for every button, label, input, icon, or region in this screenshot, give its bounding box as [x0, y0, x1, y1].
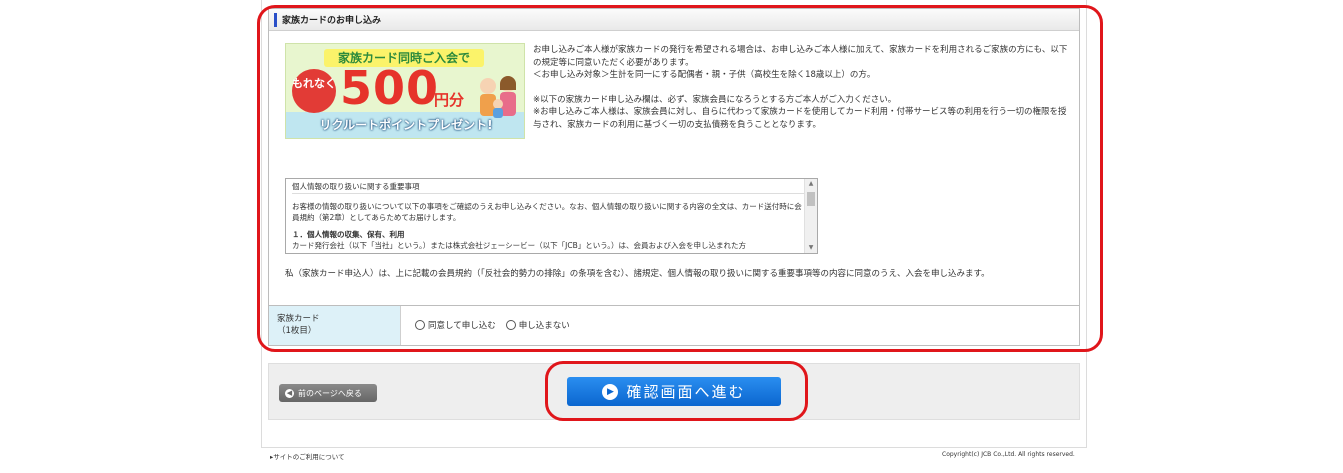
radio-button-icon[interactable] [505, 320, 516, 330]
radio-agree-apply[interactable]: 同意して申し込む [415, 319, 496, 331]
section-header: 家族カードのお申し込み [269, 9, 1079, 31]
promo-banner: 家族カード同時ご入会で もれなく 500 円分 リクルートポイントプレゼント! [285, 43, 525, 139]
terms-item-title: １．個人情報の収集、保有、利用 [292, 230, 405, 239]
radio-button-icon[interactable] [415, 320, 425, 330]
confirm-button-label: 確認画面へ進む [626, 383, 746, 401]
page-left-border [261, 0, 262, 448]
section-title: 家族カードのお申し込み [282, 16, 382, 26]
banner-amount: 500 [340, 61, 440, 115]
footer-link[interactable]: ▸サイトのご利用について [270, 451, 345, 461]
intro-note: ※以下の家族カード申し込み欄は、必ず、家族会員になろうとする方ご本人がご入力くだ… [533, 94, 897, 105]
header-accent-bar [274, 13, 277, 27]
confirm-button[interactable]: ▶ 確認画面へ進む [567, 377, 781, 406]
forward-arrow-icon: ▶ [602, 383, 619, 400]
page-right-border [1086, 0, 1087, 448]
back-button[interactable]: ◀ 前のページへ戻る [279, 384, 377, 402]
terms-item-text: カード発行会社（以下「当社」という。）または株式会社ジェーシービー（以下「JCB… [292, 241, 747, 250]
terms-heading: 個人情報の取り扱いに関する重要事項 [292, 181, 805, 194]
terms-scrollbar[interactable]: ▲ ▼ [804, 179, 817, 253]
agreement-text: 私（家族カード申込人）は、上に記載の会員規約（「反社会的勢力の排除」の条項を含む… [285, 269, 990, 279]
copyright: Copyright(c) JCB Co.,Ltd. All rights res… [942, 451, 1075, 458]
button-area: ◀ 前のページへ戻る ▶ 確認画面へ進む [268, 363, 1080, 420]
scroll-up-arrow-icon[interactable]: ▲ [805, 179, 817, 189]
terms-paragraph: お客様の情報の取り扱いについて以下の事項をご確認のうえお申し込みください。なお、… [292, 202, 802, 222]
footer-divider [262, 447, 1087, 448]
family-card-label-line2: （1枚目） [277, 326, 317, 336]
scroll-down-arrow-icon[interactable]: ▼ [805, 243, 817, 253]
intro-note: ※お申し込みご本人様は、家族会員に対し、自らに代わって家族カードを使用してカード… [533, 107, 1067, 130]
family-card-label-line1: 家族カード [277, 314, 320, 324]
family-illustration [480, 76, 516, 118]
back-button-label: 前のページへ戻る [298, 388, 362, 398]
intro-text: お申し込みご本人様が家族カードの発行を希望される場合は、お申し込みご本人様に加え… [533, 44, 1073, 131]
family-card-section: 家族カードのお申し込み 家族カード同時ご入会で もれなく 500 円分 リクルー… [268, 8, 1080, 346]
banner-badge-text: もれなく [292, 77, 336, 90]
intro-target: ＜お申し込み対象＞生計を同一にする配偶者・親・子供（高校生を除く18歳以上）の方… [533, 70, 876, 80]
family-card-radio-group: 同意して申し込む 申し込まない [415, 319, 580, 331]
intro-paragraph: お申し込みご本人様が家族カードの発行を希望される場合は、お申し込みご本人様に加え… [533, 45, 1068, 68]
banner-badge: もれなく [292, 69, 336, 113]
back-arrow-icon: ◀ [285, 388, 294, 398]
banner-bottom-text: リクルートポイントプレゼント! [319, 118, 493, 132]
radio-not-apply-label: 申し込まない [518, 321, 570, 331]
terms-content: 個人情報の取り扱いに関する重要事項 お客様の情報の取り扱いについて以下の事項をご… [292, 181, 805, 251]
radio-not-apply[interactable]: 申し込まない [505, 319, 570, 331]
banner-unit: 円分 [434, 91, 465, 109]
footer-link-text: サイトのご利用について [273, 453, 345, 461]
radio-agree-label: 同意して申し込む [428, 321, 496, 331]
scroll-thumb[interactable] [807, 192, 815, 206]
family-card-label: 家族カード （1枚目） [269, 306, 401, 345]
privacy-terms-box[interactable]: 個人情報の取り扱いに関する重要事項 お客様の情報の取り扱いについて以下の事項をご… [285, 178, 818, 254]
